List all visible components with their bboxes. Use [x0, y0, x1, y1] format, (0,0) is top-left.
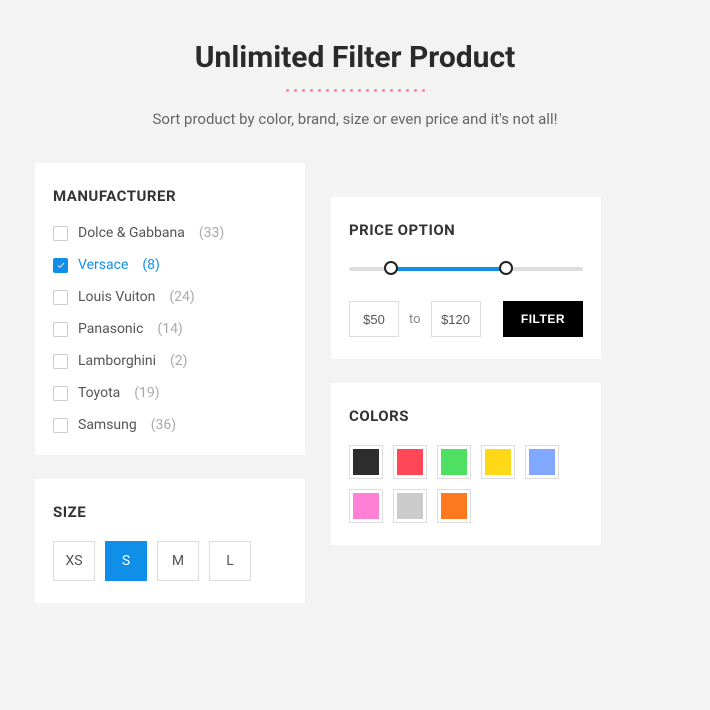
size-options: XSSML	[53, 541, 287, 581]
manufacturer-label: Toyota	[78, 385, 120, 401]
color-swatch-yellow[interactable]	[481, 445, 515, 479]
manufacturer-count: (36)	[151, 417, 176, 433]
manufacturer-card: MANUFACTURER Dolce & Gabbana (33) Versace (…	[35, 163, 305, 455]
color-swatch-blue[interactable]	[525, 445, 559, 479]
checkbox-icon	[53, 418, 68, 433]
size-option[interactable]: XS	[53, 541, 95, 581]
price-inputs-row: to FILTER	[349, 301, 583, 337]
manufacturer-count: (24)	[169, 289, 194, 305]
swatch-fill	[485, 449, 511, 475]
manufacturer-count: (2)	[170, 353, 188, 369]
divider-dots	[35, 89, 675, 92]
checkbox-icon	[53, 226, 68, 241]
swatch-fill	[353, 449, 379, 475]
checkbox-checked-icon	[53, 258, 68, 273]
manufacturer-label: Dolce & Gabbana	[78, 225, 185, 241]
manufacturer-item[interactable]: Samsung (36)	[53, 417, 287, 433]
manufacturer-label: Versace	[78, 257, 128, 273]
size-title: SIZE	[53, 503, 287, 521]
swatch-fill	[529, 449, 555, 475]
price-to-label: to	[409, 312, 421, 327]
header: Unlimited Filter Product Sort product by…	[35, 40, 675, 128]
price-slider[interactable]	[349, 259, 583, 277]
color-swatch-grey[interactable]	[393, 489, 427, 523]
size-option[interactable]: M	[157, 541, 199, 581]
price-card: PRICE OPTION to FILTER	[331, 197, 601, 359]
swatch-fill	[441, 449, 467, 475]
manufacturer-item[interactable]: Versace (8)	[53, 257, 287, 273]
color-swatch-red[interactable]	[393, 445, 427, 479]
checkbox-icon	[53, 322, 68, 337]
size-card: SIZE XSSML	[35, 479, 305, 603]
swatch-fill	[397, 449, 423, 475]
manufacturer-list: Dolce & Gabbana (33) Versace (8) Louis Vuito…	[53, 225, 287, 433]
price-min-input[interactable]	[349, 301, 399, 337]
manufacturer-count: (8)	[142, 257, 160, 273]
color-swatches	[349, 445, 559, 523]
checkbox-icon	[53, 386, 68, 401]
swatch-fill	[441, 493, 467, 519]
size-option[interactable]: L	[209, 541, 251, 581]
manufacturer-count: (33)	[199, 225, 224, 241]
manufacturer-label: Lamborghini	[78, 353, 156, 369]
color-swatch-orange[interactable]	[437, 489, 471, 523]
swatch-fill	[353, 493, 379, 519]
color-swatch-green[interactable]	[437, 445, 471, 479]
color-swatch-black[interactable]	[349, 445, 383, 479]
slider-track	[391, 267, 506, 271]
manufacturer-count: (14)	[157, 321, 182, 337]
size-option[interactable]: S	[105, 541, 147, 581]
slider-thumb-max[interactable]	[499, 261, 513, 275]
colors-card: COLORS	[331, 383, 601, 545]
price-max-input[interactable]	[431, 301, 481, 337]
slider-thumb-min[interactable]	[384, 261, 398, 275]
manufacturer-item[interactable]: Dolce & Gabbana (33)	[53, 225, 287, 241]
checkbox-icon	[53, 290, 68, 305]
swatch-fill	[397, 493, 423, 519]
manufacturer-label: Samsung	[78, 417, 137, 433]
manufacturer-item[interactable]: Panasonic (14)	[53, 321, 287, 337]
page-subtitle: Sort product by color, brand, size or ev…	[35, 110, 675, 128]
checkbox-icon	[53, 354, 68, 369]
manufacturer-count: (19)	[134, 385, 159, 401]
page-title: Unlimited Filter Product	[35, 40, 675, 75]
color-swatch-pink[interactable]	[349, 489, 383, 523]
filters-layout: MANUFACTURER Dolce & Gabbana (33) Versace (…	[35, 163, 675, 603]
manufacturer-title: MANUFACTURER	[53, 187, 287, 205]
price-title: PRICE OPTION	[349, 221, 583, 239]
manufacturer-label: Louis Vuiton	[78, 289, 155, 305]
manufacturer-item[interactable]: Louis Vuiton (24)	[53, 289, 287, 305]
colors-title: COLORS	[349, 407, 583, 425]
manufacturer-item[interactable]: Toyota (19)	[53, 385, 287, 401]
manufacturer-item[interactable]: Lamborghini (2)	[53, 353, 287, 369]
filter-button[interactable]: FILTER	[503, 301, 583, 337]
manufacturer-label: Panasonic	[78, 321, 143, 337]
